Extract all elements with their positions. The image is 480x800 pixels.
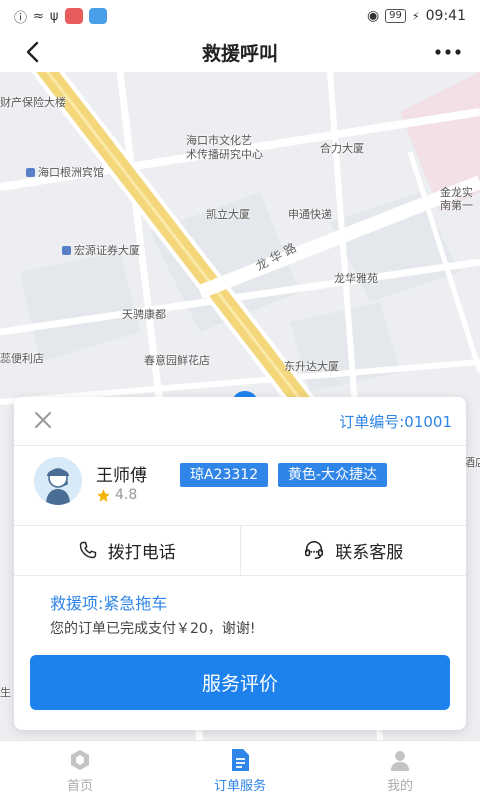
customer-service-button[interactable]: 联系客服 <box>241 525 467 575</box>
customer-service-label: 联系客服 <box>335 542 404 563</box>
tab-orders[interactable]: 订单服务 <box>160 741 320 800</box>
divider <box>14 445 466 446</box>
more-button[interactable] <box>434 38 462 66</box>
tab-profile-label: 我的 <box>386 778 413 794</box>
car-badge: 黄色-大众捷达 <box>278 463 388 487</box>
contact-actions: 拨打电话 联系客服 <box>14 525 466 575</box>
alert-icon: ⓘ <box>14 10 28 26</box>
rating-value: 4.8 <box>115 487 138 503</box>
tab-bar: 首页 订单服务 我的 <box>0 740 480 800</box>
status-bar: ⓘ ≈ ψ ◉ 99 ⚡ 09:41 <box>0 0 480 32</box>
tab-orders-label: 订单服务 <box>213 778 266 794</box>
plate-badge: 琼A23312 <box>180 463 269 487</box>
star-icon <box>97 488 110 502</box>
app-notification-icon <box>64 8 83 24</box>
order-number: 订单编号:01001 <box>339 413 452 431</box>
map-poi[interactable]: 南第一 <box>440 197 473 213</box>
map-poi[interactable]: 财产保险大楼 <box>0 94 66 110</box>
map-poi[interactable]: 东升达大厦 <box>284 358 339 374</box>
map-poi[interactable]: 申通快递 <box>288 206 332 222</box>
driver-rating: 4.8 <box>96 487 137 503</box>
user-icon <box>391 750 409 771</box>
payment-message: 您的订单已完成支付￥20，谢谢! <box>50 621 256 637</box>
call-button[interactable]: 拨打电话 <box>14 525 240 575</box>
nav-bar: 救援呼叫 <box>0 32 480 72</box>
call-label: 拨打电话 <box>107 542 176 563</box>
map-poi[interactable]: 凯立大厦 <box>206 206 250 222</box>
usb-icon: ψ <box>49 8 59 24</box>
map-poi[interactable]: 龙华雅苑 <box>334 270 378 286</box>
app-notification-icon-2 <box>88 8 107 24</box>
back-button[interactable] <box>18 38 46 66</box>
page-title: 救援呼叫 <box>201 42 278 65</box>
status-time: 09:41 <box>425 8 466 24</box>
headset-icon <box>305 540 324 560</box>
driver-name: 王师傅 <box>96 466 147 486</box>
map-poi[interactable]: 海口根洲宾馆 <box>26 164 104 180</box>
close-button[interactable] <box>32 409 54 431</box>
avatar-icon <box>34 457 82 505</box>
order-card: 订单编号:01001 王师傅 4.8 琼A23312 黄色-大众捷达 拨打电话 <box>14 397 466 730</box>
status-right: ◉ 99 ⚡ 09:41 <box>367 8 466 24</box>
map-poi[interactable]: 蕊便利店 <box>0 350 44 366</box>
driver-info: 王师傅 4.8 琼A23312 黄色-大众捷达 <box>34 457 454 517</box>
map-poi[interactable]: 合力大厦 <box>320 140 364 156</box>
driver-avatar <box>34 457 82 505</box>
close-icon <box>35 412 51 428</box>
phone-icon <box>79 541 96 559</box>
map-poi[interactable]: 酒店 <box>464 454 480 470</box>
map-poi[interactable]: 生 <box>0 684 11 700</box>
map-poi[interactable]: 天骋康都 <box>122 306 166 322</box>
building-icon <box>62 246 71 255</box>
battery-level: 99 <box>385 9 406 23</box>
tab-home-label: 首页 <box>66 778 93 794</box>
home-icon <box>71 749 89 770</box>
rate-service-button[interactable]: 服务评价 <box>30 655 450 710</box>
map-poi[interactable]: 宏源证券大厦 <box>62 242 140 258</box>
map-poi[interactable]: 术传播研究中心 <box>186 146 263 162</box>
document-icon <box>232 748 249 771</box>
rescue-item: 救援项:紧急拖车 <box>50 594 168 613</box>
status-left: ⓘ ≈ ψ <box>14 7 107 26</box>
more-dots-icon <box>435 49 461 55</box>
divider <box>14 575 466 576</box>
chevron-left-icon <box>26 41 39 63</box>
charging-icon: ⚡ <box>411 9 420 23</box>
map-poi[interactable]: 春意园鲜花店 <box>144 352 210 368</box>
tab-profile[interactable]: 我的 <box>320 741 480 800</box>
wifi-icon: ≈ <box>33 8 44 24</box>
eye-icon: ◉ <box>366 8 380 24</box>
tab-home[interactable]: 首页 <box>0 741 160 800</box>
hotel-icon <box>26 168 35 177</box>
